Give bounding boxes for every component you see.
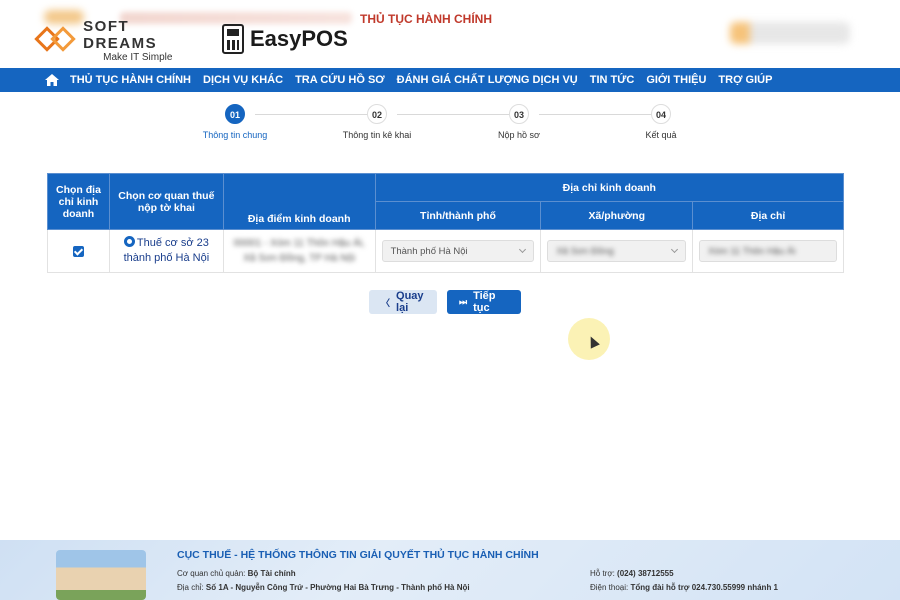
- address-value: Xóm 11 Thôn Hậu Ái: [708, 245, 796, 257]
- nav-item-tra-cuu[interactable]: TRA CỨU HỒ SƠ: [295, 74, 385, 86]
- tax-office-radio[interactable]: [123, 236, 135, 247]
- cell-tax-office: Thuế cơ sở 23 thành phố Hà Nội: [108, 229, 224, 273]
- nav-item-gioi-thieu[interactable]: GIỚI THIỆU: [646, 74, 706, 86]
- cell-address: Xóm 11 Thôn Hậu Ái: [692, 229, 844, 273]
- home-icon[interactable]: [44, 73, 60, 87]
- step-label: Thông tin chung: [202, 130, 268, 140]
- brand-name: SOFT DREAMS: [83, 17, 158, 52]
- pos-name: EasyPOS: [250, 26, 348, 51]
- col-location: Địa điểm kinh doanh: [222, 173, 376, 230]
- progress-stepper: 01 Thông tin chung 02 Thông tin kê khai …: [200, 104, 700, 144]
- business-address-table: Chọn địa chỉ kinh doanh Chọn cơ quan thu…: [47, 173, 845, 273]
- next-button-label: Tiếp tục: [473, 290, 496, 314]
- step-number: 01: [225, 104, 245, 124]
- step-label: Kết quả: [645, 130, 677, 140]
- footer-address: Địa chỉ: Số 1A - Nguyễn Công Trứ - Phườn…: [177, 583, 470, 592]
- step-4: 04 Kết quả: [616, 104, 706, 140]
- nav-item-dich-vu[interactable]: DỊCH VỤ KHÁC: [203, 74, 283, 86]
- step-number: 04: [651, 104, 671, 124]
- col-province: Tỉnh/thành phố: [374, 201, 542, 230]
- cell-ward: Xã Sơn Đồng: [540, 229, 694, 273]
- footer-phone: Điện thoại: Tổng đài hỗ trợ 024.730.5599…: [590, 583, 778, 592]
- nav-item-danh-gia[interactable]: ĐÁNH GIÁ CHẤT LƯỢNG DỊCH VỤ: [397, 74, 578, 86]
- step-2: 02 Thông tin kê khai: [332, 104, 422, 140]
- province-select[interactable]: Thành phố Hà Nội: [381, 240, 535, 262]
- back-button[interactable]: 〈 Quay lại: [369, 290, 437, 314]
- col-choose-address: Chọn địa chỉ kinh doanh: [47, 173, 110, 230]
- ward-select[interactable]: Xã Sơn Đồng: [547, 240, 687, 262]
- nav-item-tro-giup[interactable]: TRỢ GIÚP: [718, 74, 772, 86]
- back-button-label: Quay lại: [396, 290, 424, 314]
- skip-next-icon: ⏭: [459, 296, 468, 307]
- softdreams-logo[interactable]: SOFT DREAMS Make IT Simple: [34, 17, 201, 63]
- col-choose-tax-office: Chọn cơ quan thuế nộp tờ khai: [108, 173, 224, 230]
- form-actions: 〈 Quay lại ⏭ Tiếp tục: [369, 290, 521, 314]
- pos-terminal-icon: [222, 24, 244, 54]
- chevron-down-icon: [519, 245, 527, 254]
- main-nav: THỦ TỤC HÀNH CHÍNH DỊCH VỤ KHÁC TRA CỨU …: [0, 68, 900, 92]
- address-input[interactable]: Xóm 11 Thôn Hậu Ái: [699, 240, 837, 262]
- step-1: 01 Thông tin chung: [190, 104, 280, 140]
- step-label: Thông tin kê khai: [342, 130, 412, 140]
- footer-support: Hỗ trợ: (024) 38712555: [590, 569, 674, 578]
- cell-province: Thành phố Hà Nội: [374, 229, 542, 273]
- cell-location: 00001 - Xóm 11 Thôn Hậu Ái, Xã Sơn Đồng,…: [222, 229, 376, 273]
- location-text: 00001 - Xóm 11 Thôn Hậu Ái, Xã Sơn Đồng,…: [233, 238, 365, 264]
- step-number: 02: [367, 104, 387, 124]
- brand-tagline: Make IT Simple: [103, 51, 173, 63]
- col-ward: Xã/phường: [540, 201, 694, 230]
- site-header: THỦ TỤC HÀNH CHÍNH SOFT DREAMS Make IT S…: [0, 0, 900, 68]
- site-title: THỦ TỤC HÀNH CHÍNH: [360, 12, 492, 26]
- cell-checkbox: [47, 229, 110, 273]
- user-account-blurred[interactable]: [730, 22, 850, 44]
- footer-title: CỤC THUẾ - HỆ THỐNG THÔNG TIN GIẢI QUYẾT…: [177, 549, 539, 561]
- chevron-down-icon: [671, 245, 679, 254]
- step-number: 03: [509, 104, 529, 124]
- footer-agency: Cơ quan chủ quản: Bộ Tài chính: [177, 569, 296, 578]
- nav-item-thu-tuc[interactable]: THỦ TỤC HÀNH CHÍNH: [70, 74, 191, 86]
- province-value: Thành phố Hà Nội: [390, 245, 468, 257]
- ward-value: Xã Sơn Đồng: [556, 245, 614, 257]
- building-photo: [56, 550, 146, 600]
- step-3: 03 Nộp hồ sơ: [474, 104, 564, 140]
- table-row: Thuế cơ sở 23 thành phố Hà Nội 00001 - X…: [47, 229, 844, 273]
- col-business-address: Địa chỉ kinh doanh: [374, 173, 845, 202]
- tax-office-label: Thuế cơ sở 23 thành phố Hà Nội: [123, 237, 210, 264]
- select-address-checkbox[interactable]: [72, 245, 84, 257]
- nav-item-tin-tuc[interactable]: TIN TỨC: [590, 74, 635, 86]
- next-button[interactable]: ⏭ Tiếp tục: [447, 290, 521, 314]
- softdreams-mark-icon: [34, 22, 79, 58]
- col-address: Địa chỉ: [692, 201, 844, 230]
- chevron-left-icon: 〈: [381, 297, 391, 308]
- easypos-logo[interactable]: EasyPOS: [222, 24, 348, 54]
- step-label: Nộp hồ sơ: [498, 130, 540, 140]
